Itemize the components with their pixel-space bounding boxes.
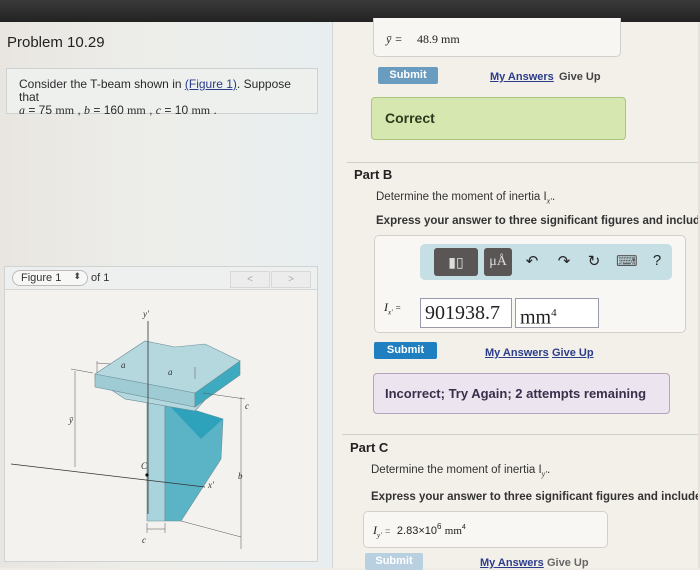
part-c-instruction: Express your answer to three significant… bbox=[371, 491, 700, 503]
part-a-give-up-link[interactable]: Give Up bbox=[559, 71, 601, 83]
part-a-answer-label: ȳ = bbox=[386, 32, 403, 46]
answer-subscript: y′ bbox=[377, 531, 382, 540]
prompt-text: Determine the moment of inertia I bbox=[376, 191, 547, 203]
dim-a-left: a bbox=[121, 360, 126, 370]
part-c-title: Part C bbox=[350, 440, 389, 455]
answer-exponent: 6 bbox=[437, 522, 442, 531]
part-b-give-up-link[interactable]: Give Up bbox=[552, 347, 594, 359]
dim-b: b bbox=[238, 471, 243, 481]
figure-selector[interactable]: Figure 1 ⬍ bbox=[12, 270, 88, 286]
parts-panel: ȳ = 48.9 mm Submit My Answers Give Up Co… bbox=[333, 18, 700, 570]
figure-panel: Figure 1 ⬍ of 1 < > y′ x′ C a a ȳ c b c bbox=[4, 266, 318, 562]
equals-sign: = bbox=[395, 303, 401, 313]
centroid-label: C bbox=[141, 461, 148, 471]
part-a-answer-box: ȳ = 48.9 mm bbox=[373, 18, 621, 57]
part-b-instruction: Express your answer to three significant… bbox=[376, 215, 700, 227]
separator: , bbox=[145, 103, 156, 117]
part-c-submit-button[interactable]: Submit bbox=[365, 553, 423, 570]
param-b-value: = 160 bbox=[90, 103, 128, 117]
figure-header: Figure 1 ⬍ of 1 < > bbox=[5, 267, 317, 290]
updown-arrows-icon: ⬍ bbox=[73, 271, 81, 281]
centroid-point bbox=[145, 473, 149, 477]
dim-ybar: ȳ bbox=[68, 415, 74, 425]
y-axis-label: y′ bbox=[142, 309, 150, 319]
period: . bbox=[210, 103, 217, 117]
dim-c-top: c bbox=[245, 401, 249, 411]
keyboard-icon[interactable]: ⌨ bbox=[616, 252, 638, 270]
next-figure-button[interactable]: > bbox=[271, 271, 311, 288]
param-a-value: = 75 bbox=[25, 103, 56, 117]
template-button[interactable]: ▮▯ bbox=[434, 248, 478, 276]
problem-title: Problem 10.29 bbox=[7, 34, 105, 51]
unit-exponent: 4 bbox=[461, 524, 466, 531]
part-b-unit-input[interactable]: mm4 bbox=[515, 298, 599, 329]
prompt-subscript: x′ bbox=[546, 196, 552, 206]
feedback-text: Correct bbox=[385, 110, 435, 126]
part-c-give-up-link[interactable]: Give Up bbox=[547, 557, 589, 569]
param-c-value: = 10 bbox=[161, 103, 192, 117]
part-c-answer: Iy′ = 2.83×106 mm4 bbox=[373, 522, 466, 539]
part-b-answer-label: Ix′ = bbox=[384, 300, 401, 316]
unit-exponent: 4 bbox=[551, 307, 557, 319]
dim-a-right: a bbox=[168, 367, 173, 377]
part-b-feedback-incorrect: Incorrect; Try Again; 2 attempts remaini… bbox=[373, 373, 670, 414]
part-b-value-input[interactable]: 901938.7 bbox=[420, 298, 512, 328]
part-b-title: Part B bbox=[354, 167, 393, 182]
prompt-text: Determine the moment of inertia I bbox=[371, 464, 542, 476]
part-b-submit-button[interactable]: Submit bbox=[374, 342, 437, 359]
problem-statement: Consider the T-beam shown in (Figure 1).… bbox=[6, 68, 318, 117]
answer-unit: mm bbox=[444, 525, 462, 537]
equals-sign: = bbox=[384, 526, 391, 536]
figure-selector-label: Figure 1 bbox=[21, 272, 62, 284]
part-b-prompt: Determine the moment of inertia Ix′. bbox=[376, 191, 556, 206]
param-a-unit: mm bbox=[55, 103, 75, 117]
reset-icon[interactable]: ↻ bbox=[584, 252, 604, 270]
help-icon[interactable]: ? bbox=[647, 252, 667, 269]
redo-icon[interactable]: ↷ bbox=[554, 252, 574, 270]
answer-subscript: x′ bbox=[388, 308, 393, 317]
part-c-my-answers-link[interactable]: My Answers bbox=[480, 557, 544, 569]
prev-figure-button[interactable]: < bbox=[230, 271, 270, 288]
part-a-feedback-correct: Correct bbox=[371, 97, 626, 140]
t-beam-figure: y′ x′ C a a ȳ c b c bbox=[10, 309, 249, 549]
answer-mantissa: 2.83×10 bbox=[396, 525, 437, 537]
feedback-text: Incorrect; Try Again; 2 attempts remaini… bbox=[385, 386, 647, 401]
part-c-prompt: Determine the moment of inertia Iy′. bbox=[371, 464, 551, 479]
param-c-unit: mm bbox=[191, 103, 211, 117]
part-b-my-answers-link[interactable]: My Answers bbox=[485, 347, 549, 359]
figure-count: of 1 bbox=[91, 272, 110, 284]
unit-text: mm bbox=[520, 306, 552, 329]
x-axis-label: x′ bbox=[207, 480, 215, 490]
problem-panel: Problem 10.29 Consider the T-beam shown … bbox=[0, 22, 333, 568]
divider bbox=[342, 434, 700, 435]
dim-c-bottom: c bbox=[142, 535, 146, 545]
math-toolbar: ▮▯ μÅ ↶ ↷ ↻ ⌨ ? bbox=[420, 244, 672, 280]
separator: , bbox=[74, 103, 85, 117]
web-front-face bbox=[146, 400, 166, 522]
figure-link[interactable]: (Figure 1) bbox=[185, 77, 237, 91]
statement-text: Consider the T-beam shown in bbox=[19, 77, 182, 91]
template-icon: ▮▯ bbox=[448, 254, 464, 270]
prompt-subscript: y′ bbox=[541, 469, 547, 479]
param-b-unit: mm bbox=[127, 103, 146, 117]
part-c-answer-box: Iy′ = 2.83×106 mm4 bbox=[363, 511, 608, 548]
part-b-answer-box: ▮▯ μÅ ↶ ↷ ↻ ⌨ ? Ix′ = 901938.7 mm4 bbox=[374, 235, 686, 333]
part-a-my-answers-link[interactable]: My Answers bbox=[490, 71, 554, 83]
divider bbox=[347, 162, 700, 163]
part-a-answer-value: 48.9 mm bbox=[417, 32, 460, 46]
units-icon: μÅ bbox=[489, 254, 507, 269]
units-button[interactable]: μÅ bbox=[484, 248, 512, 276]
undo-icon[interactable]: ↶ bbox=[522, 252, 542, 270]
part-a-submit-button[interactable]: Submit bbox=[378, 67, 438, 84]
